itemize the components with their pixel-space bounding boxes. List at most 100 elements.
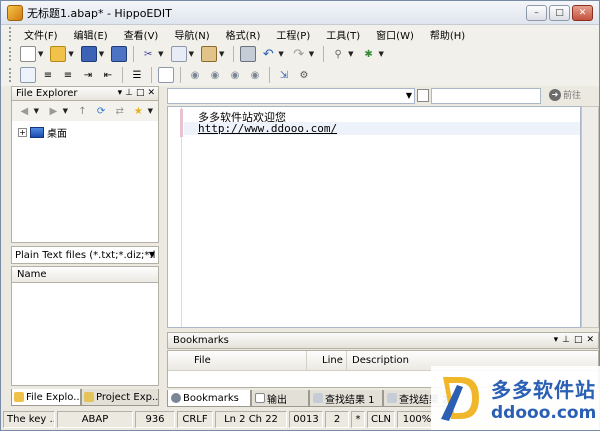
word-wrap-icon[interactable] [20,67,36,83]
window-title: 无标题1.abap* - HippoEDIT [27,6,172,20]
panel-maximize-icon[interactable]: □ [136,88,145,98]
menu-tools[interactable]: 工具(T) [320,27,370,42]
undo-icon[interactable]: ↶ [260,46,276,62]
column-separator[interactable] [306,351,307,371]
close-button[interactable]: ✕ [572,5,593,21]
save-icon[interactable] [80,46,97,62]
goto-button[interactable]: ➜ 前往 [549,88,581,101]
panel-close-icon[interactable]: ✕ [586,335,594,345]
clear-bookmarks-icon[interactable]: ◉ [247,67,263,83]
macro-icon[interactable]: ✱ [361,46,377,62]
print-icon[interactable] [240,46,257,62]
minimize-button[interactable]: – [526,5,547,21]
menu-format[interactable]: 格式(R) [220,27,271,42]
tab-bookmarks[interactable]: Bookmarks [167,390,251,407]
chevron-down-icon[interactable]: ▼ [379,50,384,58]
chevron-down-icon[interactable]: ▼ [148,107,153,115]
chevron-down-icon[interactable]: ▼ [406,91,412,100]
chevron-down-icon[interactable]: ▼ [348,50,353,58]
expand-icon[interactable]: + [18,128,27,137]
tab-find-results-1[interactable]: 查找结果 1 [309,390,383,407]
chevron-down-icon[interactable]: ▼ [68,50,73,58]
file-filter-select[interactable]: Plain Text files (*.txt;*.diz;*.l ▼ [11,246,159,264]
column-name[interactable]: Name [17,269,47,280]
status-line-ending[interactable]: CRLF [177,411,213,428]
symbol-combo[interactable]: ▼ [167,88,415,104]
menubar-grip[interactable] [9,27,12,41]
pin-icon[interactable]: ⊥ [562,335,570,345]
chevron-down-icon[interactable]: ▼ [99,50,104,58]
open-folder-icon[interactable] [50,46,67,62]
outdent-icon[interactable]: ⇤ [100,67,116,83]
status-codepage[interactable]: 936 [135,411,175,428]
comment-icon[interactable]: ☰ [129,67,145,83]
back-icon[interactable]: ◀ [17,103,32,119]
chevron-down-icon[interactable]: ▼ [38,50,43,58]
tree-item-label: 桌面 [47,129,67,140]
toolbar-grip[interactable] [9,47,12,61]
redo-icon[interactable]: ↷ [291,46,307,62]
bookmark-up-icon[interactable]: ◉ [227,67,243,83]
up-folder-icon[interactable]: ↑ [75,103,90,119]
menu-project[interactable]: 工程(P) [270,27,320,42]
sync-icon[interactable]: ⇄ [112,103,127,119]
pin-icon[interactable]: ⊥ [125,88,133,98]
bookmark-next-icon[interactable]: ◉ [207,67,223,83]
chevron-down-icon[interactable]: ▼ [278,50,283,58]
save-all-icon[interactable] [111,46,128,62]
chevron-down-icon[interactable]: ▼ [219,50,224,58]
status-syntax[interactable]: ABAP [57,411,133,428]
file-list[interactable] [11,283,159,386]
menu-navigate[interactable]: 导航(N) [168,27,219,42]
file-list-header[interactable]: Name [11,266,159,283]
column-line[interactable]: Line [322,355,343,366]
favorites-star-icon[interactable]: ★ [131,103,146,119]
chevron-down-icon[interactable]: ▼ [63,107,68,115]
panel-close-icon[interactable]: ✕ [147,88,155,98]
tab-output[interactable]: 输出 [251,390,309,407]
tab-file-explorer[interactable]: File Explo... [11,389,81,406]
cut-icon[interactable]: ✂ [140,46,156,62]
toolbar-grip[interactable] [9,68,12,82]
goto-combo[interactable] [431,88,541,104]
run-tool-icon[interactable]: ⚙ [296,67,312,83]
refresh-icon[interactable]: ⟳ [94,103,109,119]
column-file[interactable]: File [194,355,211,366]
tab-project-explorer[interactable]: Project Exp... [81,389,159,406]
align-left-icon[interactable]: ≡ [40,67,56,83]
column-separator[interactable] [346,351,347,371]
align-center-icon[interactable]: ≡ [60,67,76,83]
column-description[interactable]: Description [352,355,409,366]
find-icon[interactable]: ⚲ [330,46,346,62]
copy-icon[interactable] [170,46,187,62]
menu-help[interactable]: 帮助(H) [424,27,475,42]
tree-item-desktop[interactable]: + 桌面 [18,125,158,140]
new-file-icon[interactable] [20,46,36,62]
menu-edit[interactable]: 编辑(E) [68,27,118,42]
toggle-bookmark-icon[interactable] [158,67,174,83]
maximize-button[interactable]: □ [549,5,570,21]
menu-view[interactable]: 查看(V) [118,27,169,42]
editor-gutter[interactable] [168,107,182,327]
chevron-down-icon[interactable]: ▼ [149,250,155,259]
text-editor[interactable]: 多多软件站欢迎您 http://www.ddooo.com/ [167,106,581,328]
indent-icon[interactable]: ⇥ [80,67,96,83]
editor-vertical-scrollbar[interactable] [581,106,599,328]
goto-line-icon[interactable]: ⇲ [276,67,292,83]
forward-icon[interactable]: ▶ [46,103,61,119]
paste-icon[interactable] [200,46,217,62]
menu-window[interactable]: 窗口(W) [370,27,424,42]
chevron-down-icon[interactable]: ▼ [34,107,39,115]
status-mode[interactable]: CLN [367,411,395,428]
panel-maximize-icon[interactable]: □ [574,335,583,345]
chevron-down-icon[interactable]: ▼ [189,50,194,58]
menu-file[interactable]: 文件(F) [18,27,68,42]
hippo-app-icon[interactable] [7,4,23,21]
panel-menu-icon[interactable]: ▾ [554,335,559,345]
editor-line-current[interactable]: http://www.ddooo.com/ [184,122,580,135]
url-text[interactable]: http://www.ddooo.com/ [198,122,337,135]
bookmark-prev-icon[interactable]: ◉ [187,67,203,83]
panel-menu-icon[interactable]: ▾ [118,88,123,98]
chevron-down-icon[interactable]: ▼ [158,50,163,58]
chevron-down-icon[interactable]: ▼ [309,50,314,58]
